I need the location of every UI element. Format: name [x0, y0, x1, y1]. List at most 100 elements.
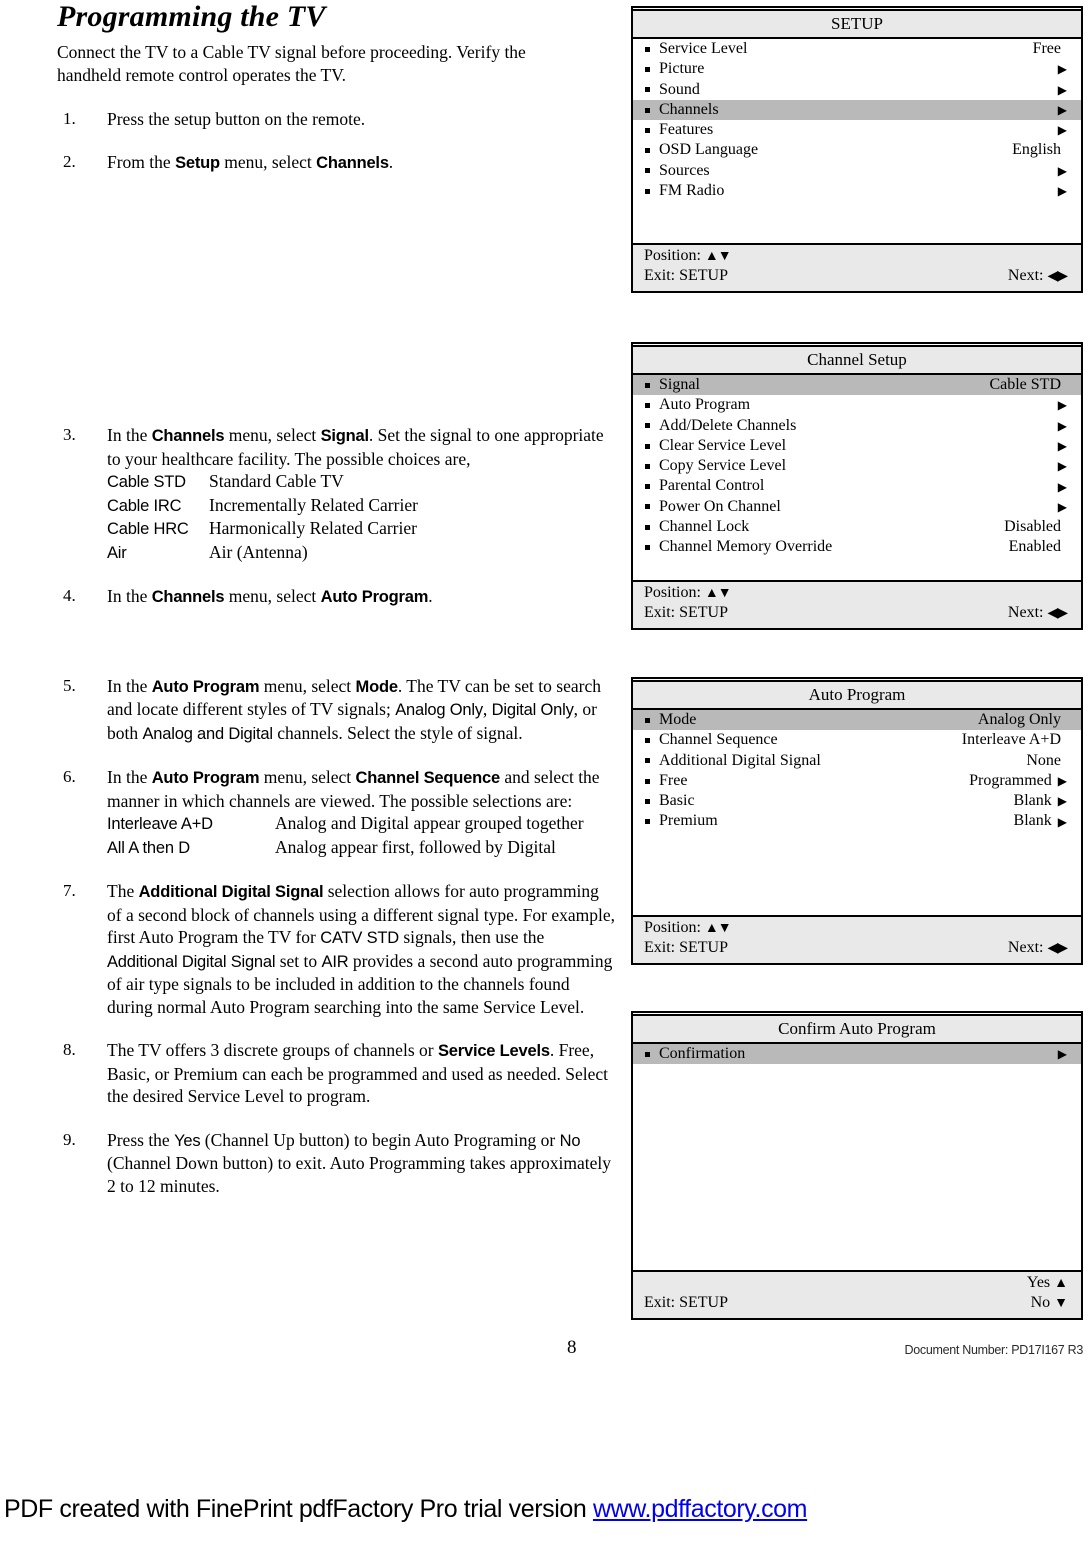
osd-row-power-on-channel[interactable]: Power On Channel ▶	[633, 497, 1081, 517]
osd-footer: Position: ▲▼ Exit: SETUP Next: ◀▶	[633, 579, 1081, 628]
list-item: Cable IRC Incrementally Related Carrier	[107, 494, 617, 518]
osd-row-auto-program[interactable]: Auto Program ▶	[633, 395, 1081, 415]
option-catv-std: CATV STD	[320, 929, 399, 947]
osd-title: Confirm Auto Program	[633, 1014, 1081, 1044]
chevron-right-icon: ▶	[1057, 774, 1067, 789]
step-number: 4.	[63, 586, 76, 605]
osd-menu-confirm-auto-program: Confirm Auto Program Confirmation ▶ Exit…	[631, 1011, 1083, 1321]
osd-title: SETUP	[633, 9, 1081, 39]
document-number: Document Number: PD17I167 R3	[904, 1343, 1084, 1357]
menu-name-channel-sequence: Channel Sequence	[355, 769, 501, 787]
osd-row-sound[interactable]: Sound ▶	[633, 80, 1081, 100]
osd-row-free[interactable]: Free Programmed ▶	[633, 771, 1081, 791]
step-3: 3. In the Channels menu, select Signal. …	[57, 424, 617, 564]
step-text: In the Channels menu, select Auto Progra…	[107, 585, 617, 609]
osd-row-label: OSD Language	[659, 141, 759, 159]
osd-empty-space	[633, 201, 1081, 244]
osd-row-label: Channel Memory Override	[659, 538, 833, 556]
next-label: Next:	[1007, 603, 1044, 621]
osd-row-features[interactable]: Features ▶	[633, 120, 1081, 140]
step-text: The TV offers 3 discrete groups of chann…	[107, 1039, 617, 1108]
list-item: Interleave A+D Analog and Digital appear …	[107, 812, 617, 836]
osd-row-channels[interactable]: Channels ▶	[633, 99, 1081, 121]
osd-row-value: Analog Only	[977, 711, 1061, 728]
page-title: Programming the TV	[57, 0, 326, 33]
next-hint: Next: ◀▶	[1008, 939, 1068, 957]
osd-row-picture[interactable]: Picture ▶	[633, 59, 1081, 79]
choice-term: Interleave A+D	[107, 815, 213, 833]
no-hint: No ▼	[1031, 1294, 1068, 1312]
step-5: 5. In the Auto Program menu, select Mode…	[57, 675, 617, 746]
osd-menu-auto-program: Auto Program Mode Analog Only Channel Se…	[631, 677, 1083, 965]
bullet-icon	[645, 778, 650, 784]
menu-name-channels: Channels	[151, 427, 225, 445]
text-fragment: From the	[107, 151, 176, 172]
osd-row-value: Enabled	[1008, 538, 1061, 556]
bullet-icon	[645, 737, 650, 743]
left-right-arrow-icon: ◀▶	[1047, 605, 1068, 621]
down-arrow-icon: ▼	[1054, 1296, 1068, 1312]
text-fragment: ,	[482, 699, 492, 719]
chevron-right-icon: ▶	[1057, 103, 1067, 118]
position-label: Position:	[644, 583, 701, 601]
osd-row-service-level[interactable]: Service Level Free	[633, 39, 1081, 59]
step-1: 1. Press the setup button on the remote.	[57, 108, 617, 131]
osd-row-signal[interactable]: Signal Cable STD	[633, 375, 1081, 396]
osd-row-channel-lock[interactable]: Channel Lock Disabled	[633, 517, 1081, 537]
osd-row-premium[interactable]: Premium Blank ▶	[633, 811, 1081, 831]
osd-row-value: Cable STD	[989, 376, 1061, 393]
position-hint: Position: ▲▼	[644, 919, 732, 937]
text-fragment: In the	[107, 675, 152, 696]
text-fragment: menu, select	[259, 767, 356, 787]
osd-row-label: Basic	[659, 792, 695, 810]
choice-description: Incrementally Related Carrier	[209, 494, 418, 515]
menu-name-channels: Channels	[151, 588, 225, 606]
menu-name-auto-program: Auto Program	[320, 588, 429, 606]
osd-row-channel-sequence[interactable]: Channel Sequence Interleave A+D	[633, 730, 1081, 750]
step-7: 7. The Additional Digital Signal selecti…	[57, 880, 617, 1018]
list-item: Air Air (Antenna)	[107, 541, 617, 565]
osd-row-copy-service-level[interactable]: Copy Service Level ▶	[633, 456, 1081, 476]
pdffactory-link[interactable]: www.pdffactory.com	[593, 1495, 808, 1523]
osd-row-parental-control[interactable]: Parental Control ▶	[633, 476, 1081, 496]
page-number: 8	[567, 1337, 577, 1358]
osd-row-label: Clear Service Level	[659, 436, 787, 454]
chevron-right-icon: ▶	[1057, 814, 1067, 829]
chevron-right-icon: ▶	[1057, 499, 1067, 514]
osd-row-clear-service-level[interactable]: Clear Service Level ▶	[633, 436, 1081, 456]
text-fragment: menu, select	[224, 425, 321, 445]
choice-description: Harmonically Related Carrier	[209, 518, 417, 538]
osd-row-value: Blank	[1013, 812, 1052, 830]
bullet-icon	[645, 463, 650, 469]
sequence-choices-list: Interleave A+D Analog and Digital appear …	[107, 812, 617, 859]
osd-row-channel-memory-override[interactable]: Channel Memory Override Enabled	[633, 537, 1081, 557]
exit-hint: Exit: SETUP	[644, 267, 729, 285]
bullet-icon	[645, 402, 650, 408]
exit-hint: Exit: SETUP	[644, 938, 729, 956]
osd-row-add-delete-channels[interactable]: Add/Delete Channels ▶	[633, 416, 1081, 436]
osd-row-label: FM Radio	[659, 182, 725, 200]
osd-row-osd-language[interactable]: OSD Language English	[633, 140, 1081, 160]
bullet-icon	[645, 188, 650, 194]
step-text: In the Auto Program menu, select Mode. T…	[107, 675, 617, 746]
text-fragment: In the	[107, 425, 152, 445]
osd-row-sources[interactable]: Sources ▶	[633, 161, 1081, 181]
osd-row-label: Add/Delete Channels	[659, 416, 797, 434]
osd-row-fm-radio[interactable]: FM Radio ▶	[633, 181, 1081, 201]
text-fragment: In the	[107, 767, 152, 787]
osd-body: Signal Cable STD Auto Program ▶ Add/Dele…	[633, 375, 1081, 580]
osd-row-basic[interactable]: Basic Blank ▶	[633, 791, 1081, 811]
osd-row-value: English	[1012, 141, 1061, 159]
osd-row-value: Free	[1032, 40, 1061, 57]
chevron-right-icon: ▶	[1057, 479, 1067, 494]
osd-menu-setup: SETUP Service Level Free Picture ▶ Sound…	[631, 6, 1083, 294]
osd-row-mode[interactable]: Mode Analog Only	[633, 710, 1081, 731]
menu-name-mode: Mode	[355, 677, 398, 696]
osd-row-additional-digital-signal[interactable]: Additional Digital Signal None	[633, 751, 1081, 771]
osd-row-label: Premium	[659, 812, 718, 830]
chevron-right-icon: ▶	[1057, 123, 1067, 138]
osd-body: Mode Analog Only Channel Sequence Interl…	[633, 710, 1081, 915]
osd-row-confirmation[interactable]: Confirmation ▶	[633, 1044, 1081, 1065]
menu-name-service-levels: Service Levels	[437, 1042, 550, 1060]
text-fragment: set to	[275, 950, 322, 971]
